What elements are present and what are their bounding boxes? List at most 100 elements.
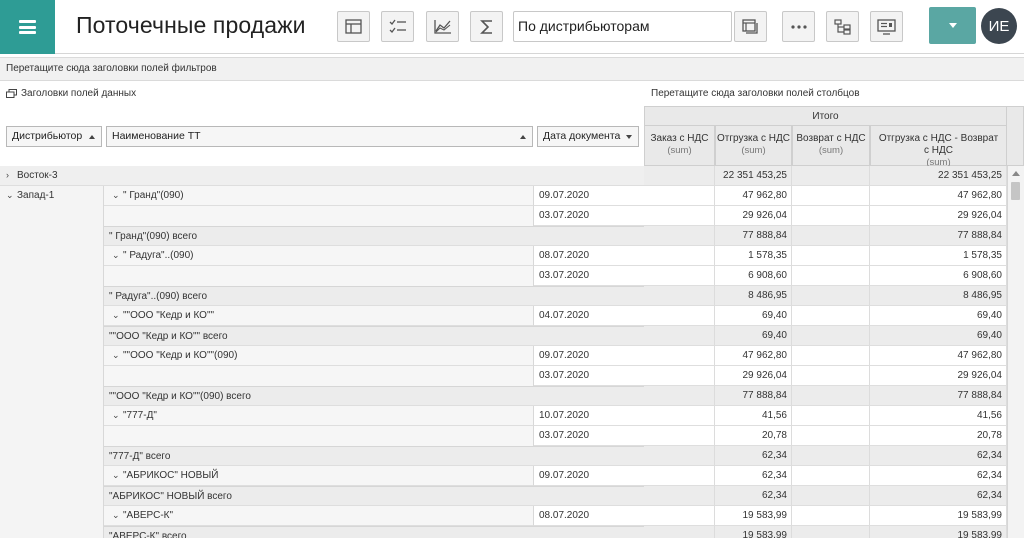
value-cell [792,366,870,386]
tt-name: " Радуга"..(090) [123,250,194,261]
tt-name-cell[interactable]: ⌄ "АВЕРС-К" [104,506,534,526]
value-cell: 69,40 [870,326,1007,346]
chevron-down-icon[interactable]: ⌄ [6,186,14,205]
value-cell: 41,56 [870,406,1007,426]
view-list-button[interactable] [734,11,767,42]
value-cell [792,186,870,206]
chart-button[interactable] [426,11,459,42]
col-header-order[interactable]: Заказ с НДС (sum) [644,126,715,166]
caret-down-icon [948,23,957,28]
chevron-right-icon[interactable]: › [6,166,14,185]
sort-asc-icon [520,135,526,139]
tt-name: ""ООО "Кедр и КО"" [123,310,215,321]
screen-button[interactable] [870,11,903,42]
value-cell [644,306,715,326]
tt-name-cell[interactable]: ⌄ "АБРИКОС" НОВЫЙ [104,466,534,486]
filter-drop-zone[interactable]: Перетащите сюда заголовки полей фильтров [0,57,1024,81]
distributor-row[interactable]: ⌄ Запад-1 [0,186,104,206]
checklist-button[interactable] [381,11,414,42]
more-button[interactable] [782,11,815,42]
value-cell: 77 888,84 [870,226,1007,246]
value-cell: 62,34 [715,466,792,486]
value-cell: 29 926,04 [870,366,1007,386]
row-field-tt-name[interactable]: Наименование ТТ [106,126,533,147]
value-cell [792,406,870,426]
scroll-up-icon[interactable] [1012,171,1020,176]
value-cell: 19 583,99 [715,526,792,538]
header-scroll-spacer [1007,106,1024,166]
hierarchy-button[interactable] [826,11,859,42]
vertical-scrollbar[interactable] [1007,166,1024,538]
subtotal-label: "АБРИКОС" НОВЫЙ всего [109,491,232,502]
tt-name-cell[interactable]: ⌄ " Радуга"..(090) [104,246,534,266]
tt-name-cell [104,266,534,286]
value-cell: 62,34 [715,446,792,466]
col-header-return[interactable]: Возврат с НДС (sum) [792,126,870,166]
tt-name-cell[interactable]: ⌄ "777-Д" [104,406,534,426]
date-cell: 03.07.2020 [534,266,644,286]
tt-name-cell [104,206,534,226]
dropdown-action-button[interactable] [929,7,976,44]
hamburger-icon [19,20,36,34]
value-cell [644,426,715,446]
row-field-distributor[interactable]: Дистрибьютор [6,126,102,147]
chevron-down-icon[interactable]: ⌄ [112,346,120,365]
value-cell: 47 962,80 [715,346,792,366]
sum-button[interactable] [470,11,503,42]
value-cell: 77 888,84 [870,386,1007,406]
document-date: 09.07.2020 [539,190,590,201]
value-cell: 47 962,80 [870,346,1007,366]
value-cell: 77 888,84 [715,226,792,246]
data-headers-label: Заголовки полей данных [21,88,137,99]
col-header-net[interactable]: Отгрузка с НДС - Возврат с НДС (sum) [870,126,1007,168]
value-cell [792,206,870,226]
distributor-name: Восток-3 [17,170,58,181]
value-cell [792,346,870,366]
date-cell: 10.07.2020 [534,406,644,426]
value-cell [792,246,870,266]
value-cell: 69,40 [870,306,1007,326]
data-headers-toggle[interactable]: Заголовки полей данных [6,88,136,99]
sort-asc-icon [89,135,95,139]
tt-name-cell[interactable]: ⌄ " Гранд"(090) [104,186,534,206]
value-cell [644,246,715,266]
scrollbar-thumb[interactable] [1011,182,1020,200]
document-date: 10.07.2020 [539,410,590,421]
tt-name-cell [104,426,534,446]
value-cell [792,226,870,246]
value-cell: 29 926,04 [715,366,792,386]
sort-desc-icon [626,135,632,139]
view-select[interactable]: По дистрибьюторам [513,11,732,42]
tt-name-cell[interactable]: ⌄ ""ООО "Кедр и КО"" [104,306,534,326]
chevron-down-icon[interactable]: ⌄ [112,306,120,325]
data-headers-icon [6,89,17,98]
document-date: 03.07.2020 [539,270,590,281]
avatar[interactable]: ИЕ [981,8,1017,44]
chevron-down-icon[interactable]: ⌄ [112,186,120,205]
date-cell: 03.07.2020 [534,426,644,446]
value-cell: 1 578,35 [870,246,1007,266]
table-layout-button[interactable] [337,11,370,42]
document-date: 04.07.2020 [539,310,590,321]
document-date: 03.07.2020 [539,210,590,221]
tt-name-cell[interactable]: ⌄ ""ООО "Кедр и КО""(090) [104,346,534,366]
sigma-icon [479,19,492,34]
chevron-down-icon[interactable]: ⌄ [112,466,120,485]
value-cell [792,486,870,506]
chevron-down-icon[interactable]: ⌄ [112,506,120,525]
hierarchy-icon [834,18,851,35]
table-row[interactable]: › Восток-3 [0,166,644,186]
value-cell: 69,40 [715,326,792,346]
chevron-down-icon[interactable]: ⌄ [112,406,120,425]
document-date: 03.07.2020 [539,430,590,441]
col-header-shipment[interactable]: Отгрузка с НДС (sum) [715,126,792,166]
value-cell [792,326,870,346]
column-drop-zone[interactable]: Перетащите сюда заголовки полей столбцов [651,88,860,99]
hamburger-menu-button[interactable] [0,0,55,54]
tt-name: "АВЕРС-К" [123,510,174,521]
chevron-down-icon[interactable]: ⌄ [112,246,120,265]
value-cell [644,466,715,486]
value-cell [644,406,715,426]
row-field-doc-date[interactable]: Дата документа [537,126,639,147]
date-cell: 03.07.2020 [534,366,644,386]
